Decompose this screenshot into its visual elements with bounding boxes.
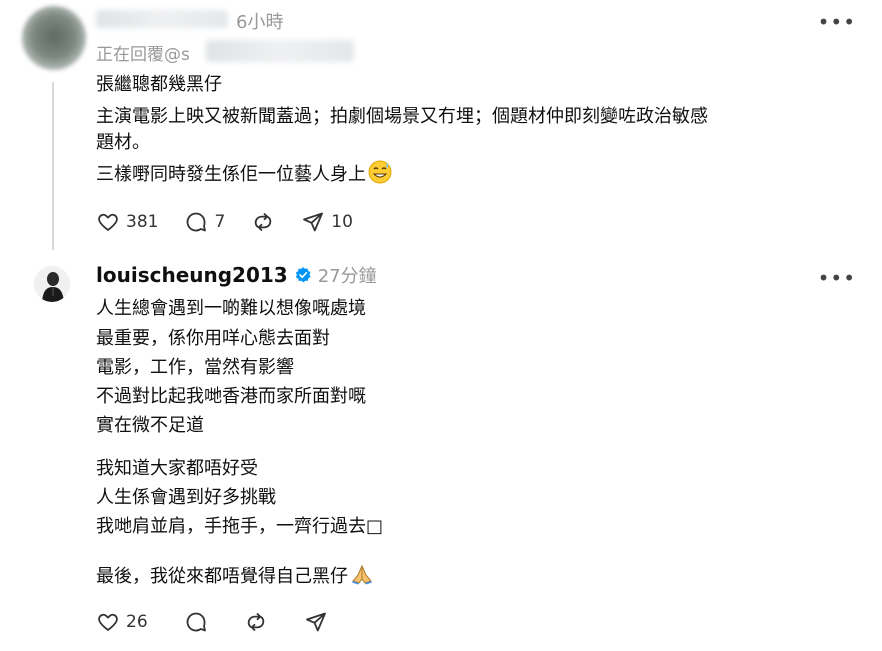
username[interactable]: louischeung2013 (96, 263, 288, 287)
reply-time[interactable]: 6小時 (236, 8, 283, 34)
like-button[interactable]: 26 (96, 610, 148, 634)
reply-text-line-2: 主演電影上映又被新聞蓋過；拍劇個場景又冇埋；個題材仲即刻變咗政治敏感 (96, 106, 708, 127)
comment-icon (186, 612, 206, 632)
comment-count: 7 (214, 212, 226, 232)
post-text-line-3: 電影，工作，當然有影響 (96, 357, 294, 378)
repost-icon (255, 213, 272, 231)
comment-icon (187, 212, 207, 232)
reply-text-line-1: 張繼聰都幾黑仔 (96, 74, 222, 95)
comment-button[interactable] (184, 610, 208, 634)
heart-icon (98, 213, 118, 231)
avatar-blurred[interactable] (22, 6, 86, 70)
reply-post: 6小時 正在回覆@s ••• 張繼聰都幾黑仔 主演電影上映又被新聞蓋過；拍劇個場… (0, 0, 882, 250)
post-text-line-9: 最後，我從來都唔覺得自己黑仔 (96, 562, 374, 593)
sweat-smile-emoji-icon (368, 160, 392, 191)
post-text-line-8: 我哋肩並肩，手拖手，一齊行過去□ (96, 515, 383, 539)
share-button[interactable]: 10 (301, 210, 353, 234)
post-text-line-5: 實在微不足道 (96, 415, 204, 436)
repost-icon (247, 613, 264, 631)
reply-text-line-4: 三樣嘢同時發生係佢一位藝人身上 (96, 160, 392, 191)
missing-glyph: □ (366, 516, 384, 537)
redacted-username (96, 10, 228, 28)
thread-line (52, 82, 54, 250)
share-button[interactable] (304, 610, 328, 634)
post-text-line-8-text: 我哋肩並肩，手拖手，一齊行過去 (96, 516, 366, 537)
reply-more-icon[interactable]: ••• (818, 10, 856, 34)
repost-button[interactable] (244, 610, 268, 634)
replying-label: 正在回覆@s (96, 45, 190, 65)
heart-icon (98, 613, 118, 631)
post-time[interactable]: 27分鐘 (318, 262, 377, 288)
send-icon (305, 612, 326, 632)
post-text-line-6: 我知道大家都唔好受 (96, 458, 258, 479)
avatar-image (34, 266, 70, 302)
redacted-reply-target (206, 40, 354, 62)
post-text-line-9-text: 最後，我從來都唔覺得自己黑仔 (96, 566, 348, 587)
share-count: 10 (331, 212, 353, 232)
like-count: 26 (126, 612, 148, 632)
like-button[interactable]: 381 (96, 210, 158, 234)
like-count: 381 (126, 212, 159, 232)
reply-text-line-4-text: 三樣嘢同時發生係佢一位藝人身上 (96, 164, 366, 185)
replying-to[interactable]: 正在回覆@s (96, 40, 190, 65)
reply-text-line-3: 題材。 (96, 132, 150, 153)
post-text-line-1: 人生總會遇到一啲難以想像嘅處境 (96, 298, 366, 319)
verified-badge-icon (294, 266, 312, 284)
post-more-icon[interactable]: ••• (818, 266, 856, 290)
reply-actions: 381 7 10 (96, 210, 379, 234)
repost-button[interactable] (251, 210, 275, 234)
post-text-line-2: 最重要，係你用咩心態去面對 (96, 328, 330, 349)
folded-hands-emoji-icon (350, 562, 374, 593)
post-text-line-7: 人生係會遇到好多挑戰 (96, 487, 276, 508)
post-text-line-4: 不過對比起我哋香港而家所面對嘅 (96, 386, 366, 407)
main-post: louischeung2013 27分鐘 ••• 人生總會遇到一啲難以想像嘅處境… (0, 252, 882, 651)
comment-button[interactable]: 7 (184, 210, 225, 234)
avatar[interactable] (34, 266, 70, 302)
post-actions: 26 (96, 610, 354, 634)
send-icon (303, 212, 324, 232)
